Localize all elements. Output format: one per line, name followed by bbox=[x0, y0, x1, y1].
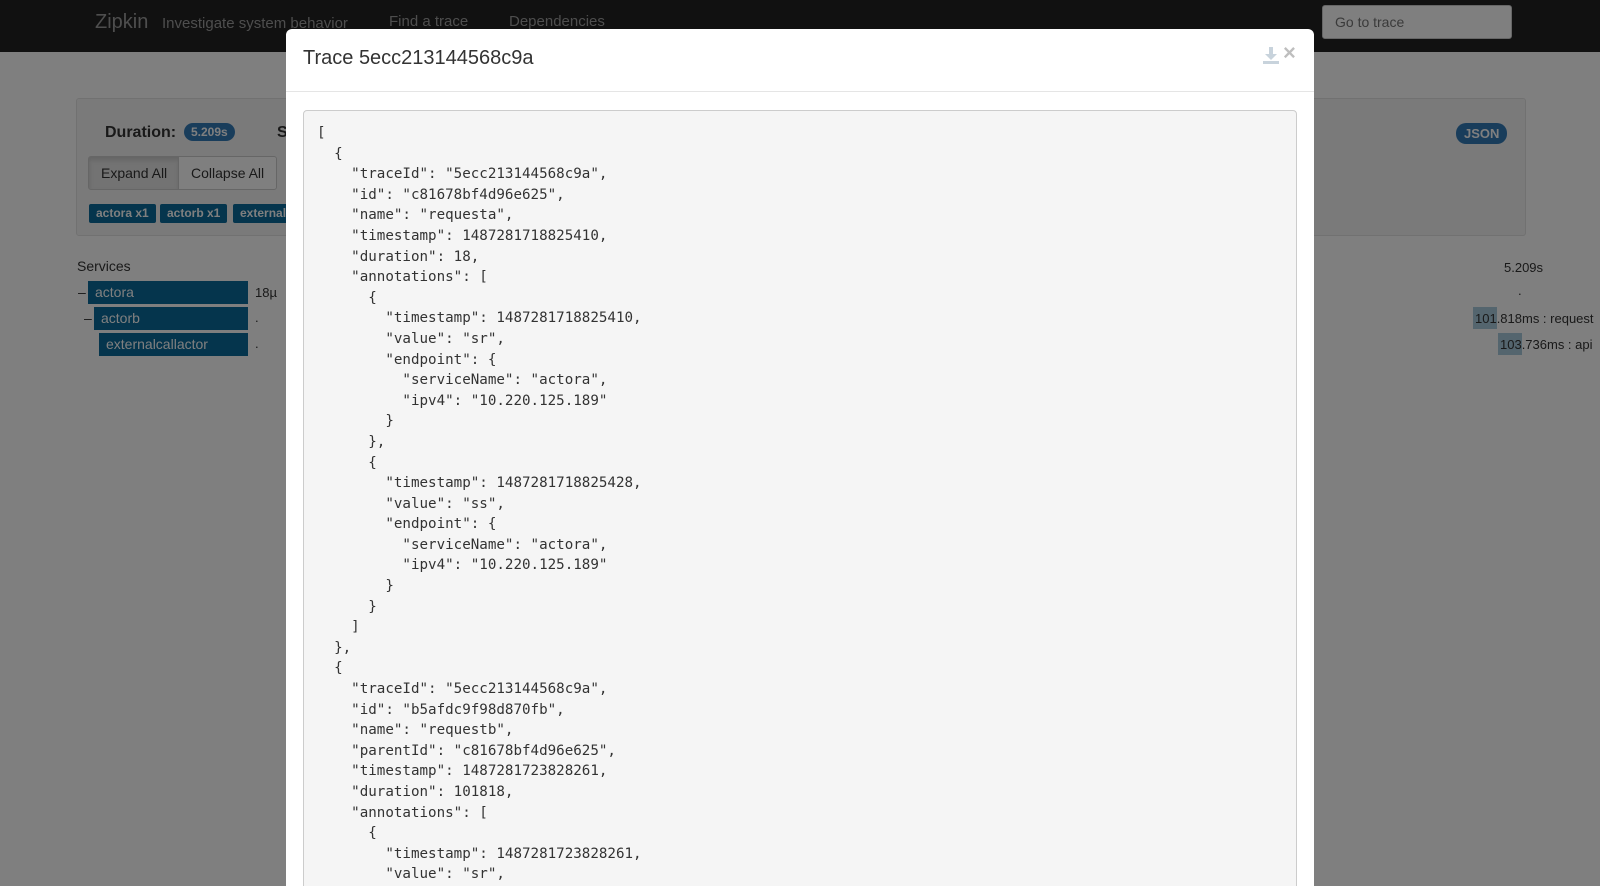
download-icon[interactable] bbox=[1262, 46, 1280, 64]
close-icon[interactable]: × bbox=[1283, 42, 1296, 64]
trace-json-modal: Trace 5ecc213144568c9a × [ { "traceId": … bbox=[286, 29, 1314, 886]
json-text: [ { "traceId": "5ecc213144568c9a", "id":… bbox=[317, 125, 642, 883]
modal-header: Trace 5ecc213144568c9a × bbox=[286, 29, 1314, 92]
modal-title: Trace 5ecc213144568c9a bbox=[303, 47, 534, 69]
json-code-block[interactable]: [ { "traceId": "5ecc213144568c9a", "id":… bbox=[303, 110, 1297, 886]
